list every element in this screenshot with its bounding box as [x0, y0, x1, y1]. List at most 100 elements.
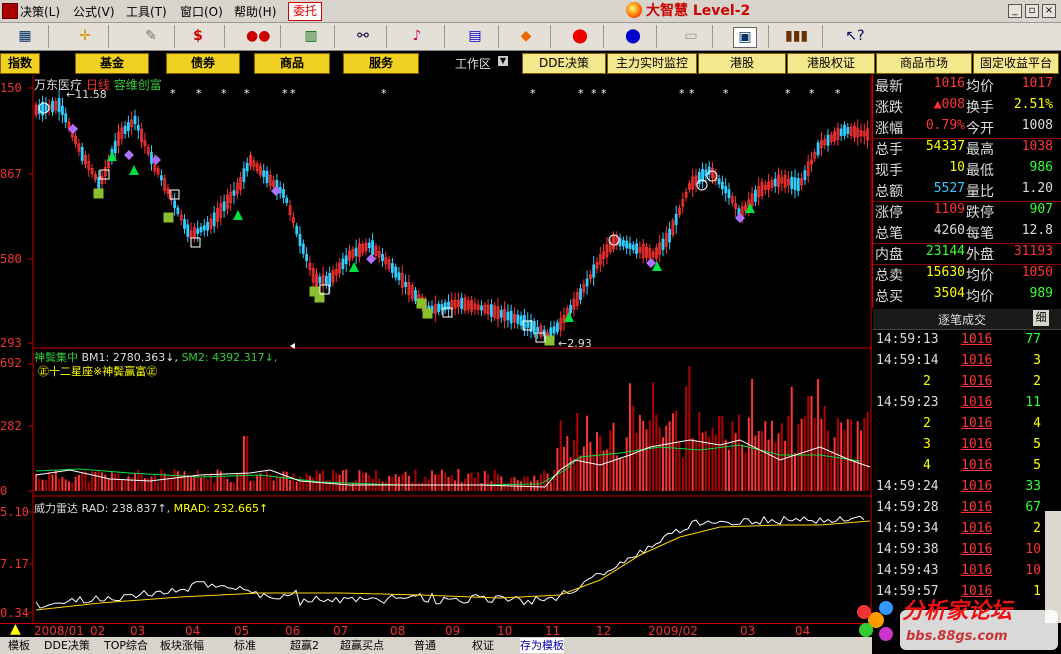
volume-bar: [170, 474, 173, 491]
bottom-tab[interactable]: 超赢2: [290, 638, 319, 653]
volume-bar: [252, 480, 255, 491]
volume-bar: [526, 476, 529, 491]
work-area-label[interactable]: 工作区: [455, 55, 491, 72]
help-pointer-icon[interactable]: ↖?: [844, 27, 866, 46]
volume-bar: [444, 472, 447, 491]
volume-bar: [480, 482, 483, 491]
app-menu-icon[interactable]: [2, 3, 18, 19]
bottom-tab[interactable]: 标准: [234, 638, 256, 653]
window-icon[interactable]: ▣: [733, 27, 757, 48]
nav-bond-button[interactable]: 债券: [166, 53, 240, 74]
price-candle: [526, 320, 530, 328]
dollar-icon[interactable]: $: [187, 27, 209, 46]
volume-bar: [774, 442, 777, 491]
nav-bar: 指数 基金 债券 商品 服务 工作区 ▼ DDE决策 主力实时监控 港股 港股权…: [0, 51, 1061, 75]
ruler-icon[interactable]: ✎: [140, 27, 162, 46]
price-candle: [509, 310, 513, 324]
tick-volume: 67: [1025, 500, 1041, 515]
nav-fixed-income-button[interactable]: 固定收益平台: [973, 53, 1059, 74]
ticks-detail-button[interactable]: 细: [1033, 310, 1049, 326]
note-icon[interactable]: ▭: [680, 27, 702, 46]
radar-indicator-title[interactable]: 威力雷达: [34, 502, 78, 515]
tick-time: 14:59:14: [876, 353, 939, 368]
price-candle: [136, 124, 140, 131]
volume-bar: [454, 480, 457, 491]
volume-bar: [391, 476, 394, 491]
menu-formula[interactable]: 公式(V): [73, 3, 115, 20]
traffic-light-icon[interactable]: ●●: [246, 27, 270, 46]
bell-icon[interactable]: ♪: [406, 27, 428, 46]
menu-help[interactable]: 帮助(H): [234, 3, 276, 20]
tick-volume: 33: [1025, 479, 1041, 494]
binoculars-icon[interactable]: ⚯: [352, 27, 374, 46]
indicator-name[interactable]: 容维创富: [114, 78, 162, 92]
bottom-tab[interactable]: 超赢买点: [340, 638, 384, 653]
nav-commodity-button[interactable]: 商品: [254, 53, 330, 74]
watermark-url: bbs.88gs.com: [906, 629, 1008, 644]
ticks-title: 逐笔成交: [938, 313, 987, 327]
volume-bar: [586, 415, 589, 491]
tick-volume: 4: [1033, 416, 1041, 431]
volume-bar: [398, 476, 400, 491]
crosshair-icon[interactable]: ✛: [74, 27, 96, 46]
calculator-icon[interactable]: ▦: [14, 27, 36, 46]
close-icon[interactable]: ×: [1042, 4, 1056, 18]
minimize-icon[interactable]: _: [1008, 4, 1022, 18]
nav-service-button[interactable]: 服务: [343, 53, 419, 74]
volume-bar: [764, 421, 767, 491]
quote-row: 现手 10 最低 986: [873, 159, 1061, 180]
menu-tools[interactable]: 工具(T): [126, 3, 167, 20]
nav-index-button[interactable]: 指数: [0, 53, 40, 74]
volume-bar: [134, 473, 136, 491]
volume-bar: [698, 412, 701, 491]
volume-bar: [249, 480, 252, 491]
bottom-tab[interactable]: 板块涨幅: [160, 638, 204, 653]
chart-area[interactable]: * * * * * * * * * * * * * * * * * 150 867 580 293 692 28…: [0, 75, 872, 623]
page-icon[interactable]: ▤: [464, 27, 486, 46]
volume-bar: [470, 472, 473, 491]
red-circle-icon[interactable]: ⬤: [569, 27, 591, 46]
volume-bar: [87, 482, 90, 491]
blue-circle-icon[interactable]: ⬤: [622, 27, 644, 46]
menu-trade[interactable]: 委托: [288, 2, 323, 21]
nav-dde-button[interactable]: DDE决策: [522, 53, 606, 74]
volume-bar: [856, 421, 859, 491]
bottom-tab[interactable]: DDE决策: [44, 638, 90, 653]
time-axis-label: 11: [545, 624, 561, 638]
bars-icon[interactable]: ▥: [300, 27, 322, 46]
panel-divider: [872, 75, 873, 308]
bottom-tab[interactable]: TOP综合: [104, 638, 148, 653]
watermark-title: 分析家论坛: [902, 599, 1013, 624]
vol-axis-label: 692: [0, 356, 22, 370]
nav-market-button[interactable]: 商品市场: [876, 53, 972, 74]
menu-decision[interactable]: 决策(L): [20, 3, 60, 20]
bottom-tab[interactable]: 存为模板: [520, 638, 564, 653]
volume-bar: [701, 432, 704, 491]
diamond-icon[interactable]: ◆: [515, 27, 537, 46]
volume-bar: [846, 419, 849, 491]
volume-bar: [635, 432, 638, 491]
ticks-list[interactable]: 14:59:13 1016 77 14:59:14 1016 3 2 1016 2 14:59:2…: [873, 330, 1045, 623]
tick-time: 14:59:34: [876, 521, 939, 536]
volume-bar: [130, 477, 133, 491]
quote-value: 4260: [933, 223, 965, 238]
nav-monitor-button[interactable]: 主力实时监控: [607, 53, 697, 74]
volume-bar: [388, 475, 391, 491]
price-candle: [282, 189, 285, 198]
nav-hk-button[interactable]: 港股: [698, 53, 786, 74]
bottom-tab[interactable]: 模板: [8, 638, 30, 653]
tick-time: 4: [923, 458, 931, 473]
books-icon[interactable]: ▮▮▮: [785, 27, 808, 46]
radar-axis-label: 5.10: [0, 505, 29, 519]
nav-hk-warrant-button[interactable]: 港股权证: [787, 53, 875, 74]
bottom-tab[interactable]: 权证: [472, 638, 494, 653]
bottom-tab[interactable]: 普通: [414, 638, 436, 653]
price-candle: [443, 302, 447, 311]
restore-icon[interactable]: ▫: [1025, 4, 1039, 18]
menu-window[interactable]: 窗口(O): [180, 3, 223, 20]
volume-bar: [153, 474, 156, 491]
volume-bar: [642, 420, 645, 491]
chevron-down-icon[interactable]: ▼: [498, 56, 508, 66]
quote-value: 986: [1029, 160, 1053, 175]
nav-fund-button[interactable]: 基金: [75, 53, 149, 74]
